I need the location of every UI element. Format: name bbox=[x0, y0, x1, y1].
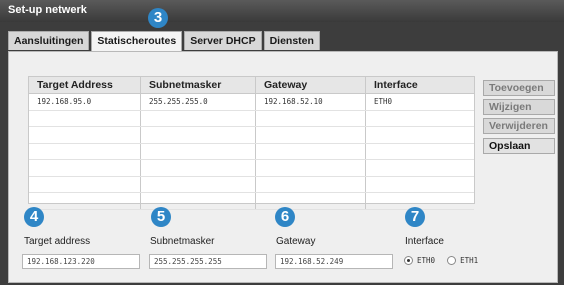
cell-interface bbox=[366, 127, 474, 143]
cell-interface bbox=[366, 111, 474, 127]
interface-radio-group: ETH0 ETH1 bbox=[404, 256, 478, 265]
column-header-gateway[interactable]: Gateway bbox=[256, 77, 366, 93]
cell-gateway bbox=[256, 176, 366, 192]
tab-server-dhcp[interactable]: Server DHCP bbox=[184, 31, 262, 50]
window: Set-up netwerk 3 Aansluitingen Statische… bbox=[0, 0, 564, 285]
routes-table: Target Address Subnetmasker Gateway Inte… bbox=[28, 76, 475, 210]
cell-target-address bbox=[29, 143, 141, 159]
table-row[interactable]: 192.168.95.0 255.255.255.0 192.168.52.10… bbox=[29, 94, 474, 111]
cell-target-address bbox=[29, 160, 141, 176]
cell-target-address bbox=[29, 193, 141, 209]
table-row[interactable] bbox=[29, 160, 474, 177]
target-address-label: Target address bbox=[24, 236, 91, 247]
cell-target-address bbox=[29, 176, 141, 192]
interface-eth1-radio[interactable] bbox=[447, 256, 457, 265]
step-badge-3: 3 bbox=[148, 8, 168, 28]
cell-interface: ETH0 bbox=[374, 97, 393, 106]
column-header-target-address[interactable]: Target Address bbox=[29, 77, 141, 93]
table-row[interactable] bbox=[29, 143, 474, 160]
add-button[interactable]: Toevoegen bbox=[483, 80, 555, 96]
step-badge-5: 5 bbox=[151, 207, 171, 227]
save-button[interactable]: Opslaan bbox=[483, 138, 555, 154]
gateway-input[interactable] bbox=[275, 254, 393, 269]
cell-interface bbox=[366, 177, 474, 193]
step-badge-6: 6 bbox=[275, 207, 295, 227]
cell-gateway bbox=[256, 160, 366, 176]
cell-subnetmasker bbox=[141, 143, 256, 159]
table-header: Target Address Subnetmasker Gateway Inte… bbox=[29, 77, 474, 94]
target-address-input[interactable] bbox=[22, 254, 140, 269]
interface-label: Interface bbox=[405, 236, 444, 247]
cell-gateway bbox=[256, 127, 366, 143]
tab-statischeroutes[interactable]: Statischeroutes bbox=[91, 31, 183, 52]
gateway-label: Gateway bbox=[276, 236, 316, 247]
tab-bar: Aansluitingen Statischeroutes Server DHC… bbox=[8, 31, 320, 52]
tab-diensten[interactable]: Diensten bbox=[263, 31, 320, 50]
step-badge-4: 4 bbox=[24, 207, 44, 227]
cell-target-address bbox=[29, 110, 141, 126]
column-header-interface[interactable]: Interface bbox=[366, 77, 474, 93]
cell-subnetmasker: 255.255.255.0 bbox=[141, 94, 256, 110]
interface-eth0-radio[interactable] bbox=[404, 256, 413, 265]
cell-gateway bbox=[256, 193, 366, 209]
subnetmasker-input[interactable] bbox=[149, 254, 267, 269]
cell-subnetmasker bbox=[141, 176, 256, 192]
table-row[interactable] bbox=[29, 176, 474, 193]
interface-eth0-label: ETH0 bbox=[417, 256, 436, 265]
cell-gateway bbox=[256, 143, 366, 159]
table-row[interactable] bbox=[29, 127, 474, 144]
cell-gateway: 192.168.52.10 bbox=[256, 94, 366, 110]
tab-aansluitingen[interactable]: Aansluitingen bbox=[8, 31, 90, 50]
cell-subnetmasker bbox=[141, 110, 256, 126]
cell-subnetmasker bbox=[141, 127, 256, 143]
subnetmasker-label: Subnetmasker bbox=[150, 236, 215, 247]
cell-interface bbox=[366, 193, 474, 209]
delete-button[interactable]: Verwijderen bbox=[483, 118, 555, 134]
column-header-subnetmasker[interactable]: Subnetmasker bbox=[141, 77, 256, 93]
cell-subnetmasker bbox=[141, 160, 256, 176]
cell-target-address bbox=[29, 127, 141, 143]
interface-eth1-label: ETH1 bbox=[460, 256, 479, 265]
cell-interface bbox=[366, 144, 474, 160]
table-row[interactable] bbox=[29, 193, 474, 210]
step-badge-7: 7 bbox=[405, 207, 425, 227]
cell-gateway bbox=[256, 110, 366, 126]
window-title: Set-up netwerk bbox=[8, 4, 87, 16]
edit-button[interactable]: Wijzigen bbox=[483, 99, 555, 115]
cell-interface bbox=[366, 160, 474, 176]
title-bar: Set-up netwerk bbox=[0, 0, 564, 22]
table-row[interactable] bbox=[29, 110, 474, 127]
cell-target-address: 192.168.95.0 bbox=[29, 94, 141, 110]
